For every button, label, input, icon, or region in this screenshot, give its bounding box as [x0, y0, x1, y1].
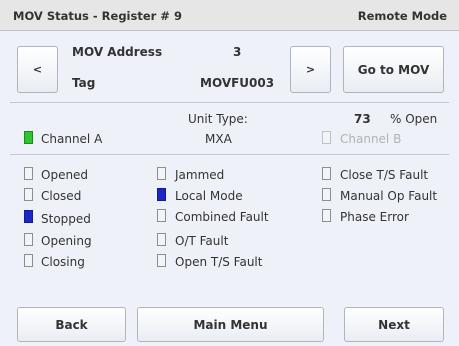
unit-type-value: MXA: [205, 132, 232, 146]
combined-fault-indicator: [157, 209, 166, 222]
channel-b-indicator: [322, 131, 331, 144]
jammed-indicator: [157, 167, 166, 180]
page-title: MOV Status - Register # 9: [13, 9, 182, 23]
main-menu-label: Main Menu: [193, 317, 268, 332]
local-mode-label: Local Mode: [175, 189, 243, 203]
tag-label: Tag: [72, 76, 96, 90]
previous-mov-button[interactable]: <: [17, 46, 58, 93]
opened-label: Opened: [41, 168, 89, 182]
closed-indicator: [24, 188, 33, 201]
mov-address-value: 3: [233, 45, 242, 59]
mov-address-label: MOV Address: [72, 45, 163, 59]
title-bar: MOV Status - Register # 9 Remote Mode: [0, 0, 459, 31]
go-to-mov-button[interactable]: Go to MOV: [343, 46, 444, 93]
divider-middle: [10, 154, 449, 155]
jammed-label: Jammed: [175, 168, 225, 182]
local-mode-indicator: [157, 188, 166, 201]
next-label: Next: [378, 317, 410, 332]
open-percent-value: 73: [354, 112, 371, 126]
next-button[interactable]: Next: [344, 307, 444, 342]
opened-indicator: [24, 167, 33, 180]
divider-top: [10, 102, 449, 103]
chevron-left-icon: <: [32, 63, 43, 76]
channel-a-indicator: [24, 131, 33, 144]
ot-fault-indicator: [157, 233, 166, 246]
unit-type-label: Unit Type:: [188, 112, 248, 126]
closed-label: Closed: [41, 189, 82, 203]
manual-op-fault-indicator: [322, 188, 331, 201]
go-to-mov-label: Go to MOV: [357, 62, 430, 77]
main-menu-button[interactable]: Main Menu: [137, 307, 324, 342]
channel-b-label: Channel B: [340, 132, 402, 146]
next-mov-button[interactable]: >: [290, 46, 331, 93]
open-percent-label: % Open: [390, 112, 438, 126]
phase-error-indicator: [322, 209, 331, 222]
ot-fault-label: O/T Fault: [175, 234, 229, 248]
chevron-right-icon: >: [305, 63, 316, 76]
combined-fault-label: Combined Fault: [175, 210, 269, 224]
back-label: Back: [55, 317, 88, 332]
close-ts-fault-label: Close T/S Fault: [340, 168, 429, 182]
stopped-label: Stopped: [41, 212, 91, 226]
opening-indicator: [24, 233, 33, 246]
main-content: < MOV Address 3 Tag MOVFU003 > Go to MOV…: [0, 31, 459, 346]
closing-label: Closing: [41, 255, 85, 269]
phase-error-label: Phase Error: [340, 210, 409, 224]
closing-indicator: [24, 254, 33, 267]
opening-label: Opening: [41, 234, 92, 248]
back-button[interactable]: Back: [17, 307, 126, 342]
stopped-indicator: [24, 210, 33, 223]
open-ts-fault-label: Open T/S Fault: [175, 255, 263, 269]
channel-a-label: Channel A: [41, 132, 103, 146]
open-ts-fault-indicator: [157, 254, 166, 267]
mode-indicator: Remote Mode: [357, 9, 447, 23]
close-ts-fault-indicator: [322, 167, 331, 180]
tag-value: MOVFU003: [200, 76, 275, 90]
manual-op-fault-label: Manual Op Fault: [340, 189, 438, 203]
